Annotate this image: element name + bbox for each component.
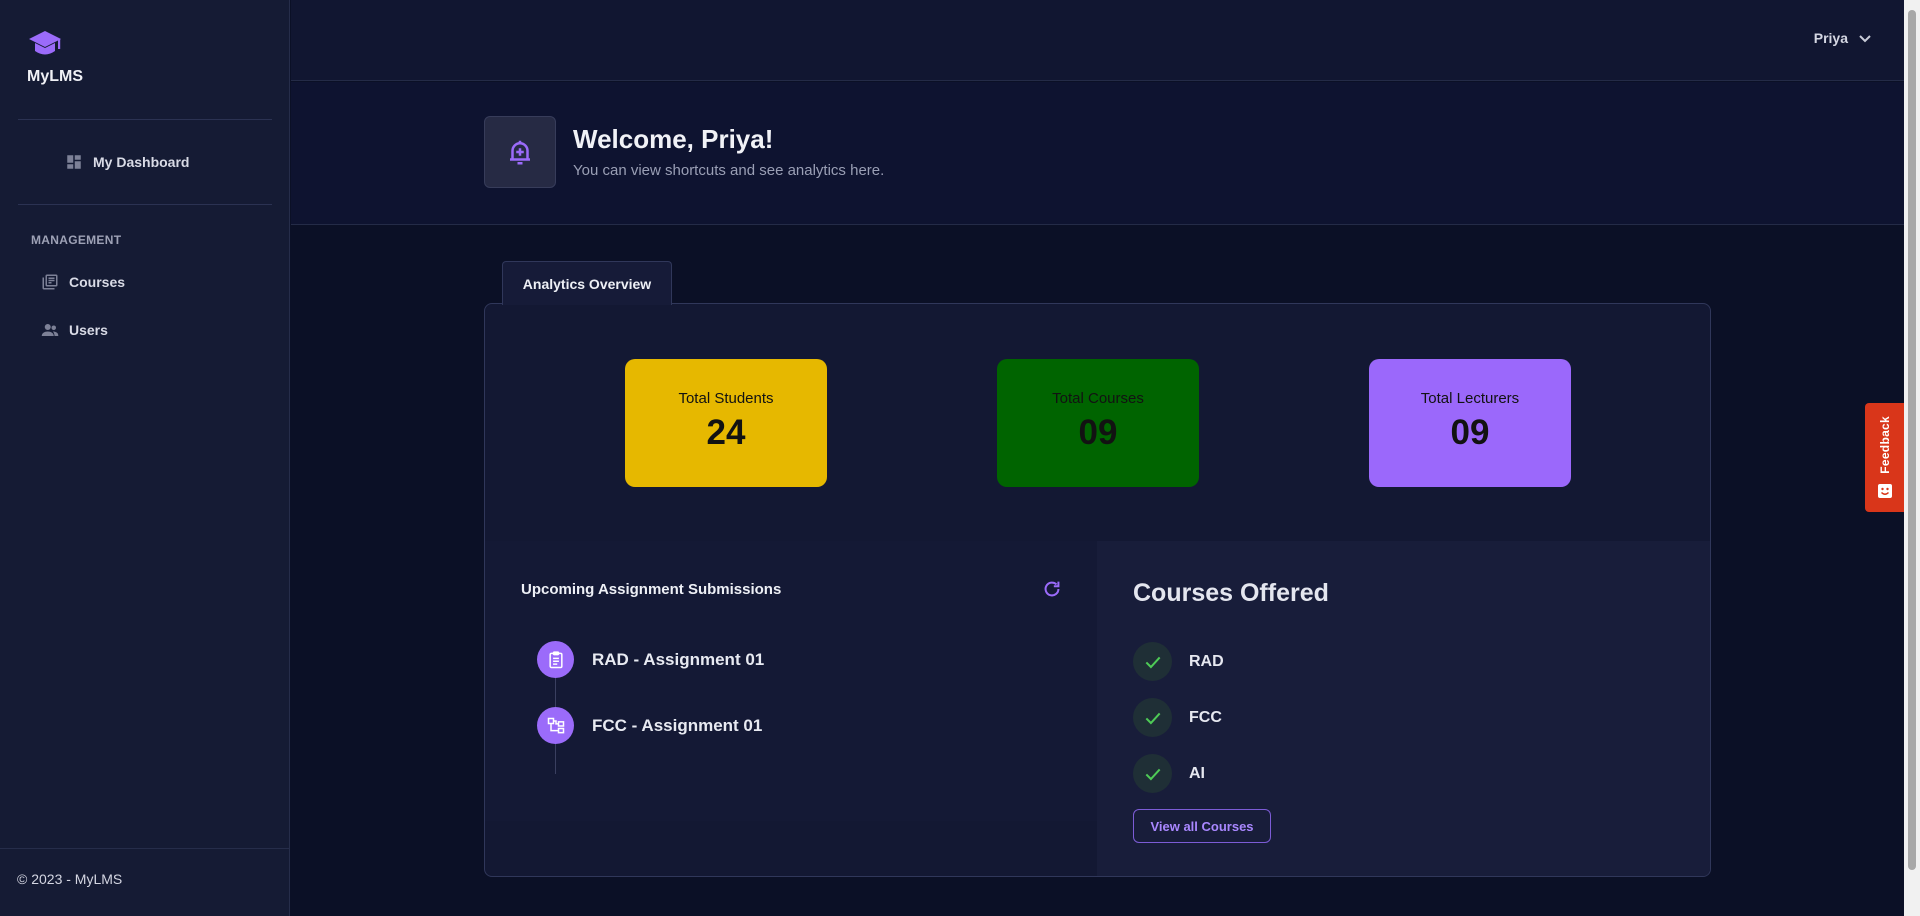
- view-all-courses-button[interactable]: View all Courses: [1133, 809, 1271, 843]
- analytics-panel: Total Students 24 Total Courses 09 Total…: [484, 303, 1711, 877]
- sidebar: MyLMS My Dashboard MANAGEMENT Courses Us…: [0, 0, 290, 916]
- hierarchy-icon: [547, 717, 564, 733]
- stat-value: 09: [1078, 413, 1118, 452]
- course-label: RAD: [1189, 652, 1224, 670]
- scrollbar-thumb[interactable]: [1908, 10, 1916, 870]
- check-icon: [1145, 656, 1160, 668]
- clipboard-icon: [548, 650, 563, 668]
- users-icon: [41, 324, 59, 336]
- courses-offered-section: Courses Offered RAD FCC AI View all Cour…: [1097, 541, 1710, 876]
- sidebar-divider: [18, 204, 272, 205]
- page-scrollbar[interactable]: [1904, 0, 1920, 916]
- check-badge: [1133, 698, 1172, 737]
- welcome-subtitle: You can view shortcuts and see analytics…: [573, 162, 885, 179]
- feedback-face-icon: [1877, 484, 1892, 499]
- brand-name: MyLMS: [27, 68, 83, 85]
- top-bar: Priya: [291, 0, 1904, 81]
- course-label: AI: [1189, 764, 1205, 782]
- stat-card-total-lecturers: Total Lecturers 09: [1369, 359, 1571, 487]
- assignment-label: FCC - Assignment 01: [592, 715, 763, 735]
- sidebar-divider: [18, 119, 272, 120]
- dashboard-icon: [67, 155, 81, 169]
- course-label: FCC: [1189, 708, 1222, 726]
- course-item: RAD: [1133, 642, 1224, 681]
- sidebar-item-users[interactable]: Users: [41, 321, 108, 339]
- user-name: Priya: [1813, 30, 1848, 46]
- refresh-icon[interactable]: [1041, 578, 1063, 600]
- course-item: AI: [1133, 754, 1205, 793]
- stat-card-total-courses: Total Courses 09: [997, 359, 1199, 487]
- welcome-banner: Welcome, Priya! You can view shortcuts a…: [291, 82, 1904, 225]
- upcoming-assignments-section: Upcoming Assignment Submissions RAD - As…: [485, 541, 1097, 821]
- graduation-cap-icon: [29, 31, 61, 55]
- stat-label: Total Lecturers: [1420, 390, 1520, 407]
- tab-analytics-overview[interactable]: Analytics Overview: [502, 261, 672, 305]
- check-icon: [1145, 768, 1160, 780]
- feedback-label: Feedback: [1877, 415, 1892, 474]
- sidebar-footer: © 2023 - MyLMS: [0, 848, 290, 916]
- course-item: FCC: [1133, 698, 1222, 737]
- stat-label: Total Courses: [1052, 390, 1144, 407]
- brand[interactable]: MyLMS: [27, 28, 127, 86]
- sidebar-item-courses[interactable]: Courses: [41, 273, 125, 291]
- stat-value: 24: [706, 413, 746, 452]
- stat-card-total-students: Total Students 24: [625, 359, 827, 487]
- assignment-dot: [537, 707, 574, 744]
- assignments-title: Upcoming Assignment Submissions: [521, 581, 782, 598]
- section-label-management: MANAGEMENT: [31, 233, 122, 247]
- stat-label: Total Students: [678, 390, 774, 407]
- assignment-item[interactable]: FCC - Assignment 01: [537, 707, 762, 744]
- check-badge: [1133, 754, 1172, 793]
- feedback-tab[interactable]: Feedback: [1865, 403, 1904, 512]
- bell-plus-icon: [510, 140, 530, 165]
- welcome-icon-box: [484, 116, 556, 188]
- stat-value: 09: [1450, 413, 1490, 452]
- assignment-label: RAD - Assignment 01: [592, 649, 765, 669]
- sidebar-item-label: Users: [69, 322, 108, 338]
- assignment-dot: [537, 641, 574, 678]
- check-icon: [1145, 712, 1160, 724]
- courses-icon: [42, 274, 58, 290]
- sidebar-item-dashboard[interactable]: My Dashboard: [65, 153, 189, 171]
- welcome-title: Welcome, Priya!: [573, 124, 774, 154]
- sidebar-item-label: Courses: [69, 274, 126, 290]
- assignment-item[interactable]: RAD - Assignment 01: [537, 641, 764, 678]
- sidebar-item-label: My Dashboard: [93, 154, 190, 170]
- check-badge: [1133, 642, 1172, 681]
- chevron-down-icon: [1859, 35, 1871, 43]
- user-menu[interactable]: Priya: [1814, 30, 1872, 46]
- courses-offered-title: Courses Offered: [1133, 579, 1329, 607]
